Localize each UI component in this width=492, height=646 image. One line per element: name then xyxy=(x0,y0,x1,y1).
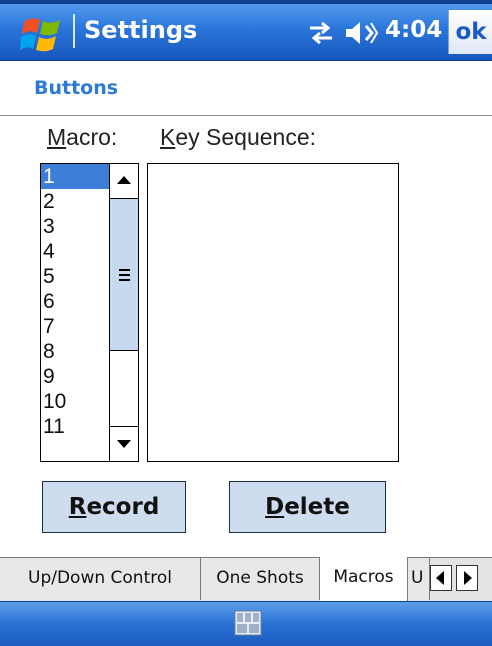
list-item[interactable]: 10 xyxy=(41,389,109,414)
tab-one-shots[interactable]: One Shots xyxy=(201,558,320,600)
macro-label: Macro: xyxy=(47,124,117,151)
clock[interactable]: 4:04 xyxy=(385,17,442,43)
delete-button[interactable]: Delete xyxy=(229,481,386,533)
macro-list-items: 1 2 3 4 5 6 7 8 9 10 11 xyxy=(41,164,109,439)
tab-scroll-left-button[interactable] xyxy=(430,565,452,591)
list-item[interactable]: 6 xyxy=(41,289,109,314)
bottom-menu-bar xyxy=(0,601,492,646)
record-button-rest: ecord xyxy=(86,494,160,520)
macro-list-scrollbar[interactable] xyxy=(109,164,138,461)
connectivity-icon[interactable] xyxy=(306,22,336,44)
key-sequence-label-rest: ey Sequence: xyxy=(175,124,317,150)
list-item[interactable]: 2 xyxy=(41,189,109,214)
macro-listbox[interactable]: 1 2 3 4 5 6 7 8 9 10 11 xyxy=(40,163,139,462)
tab-macros[interactable]: Macros xyxy=(320,557,408,602)
title-separator xyxy=(73,14,75,48)
windows-start-icon[interactable] xyxy=(20,14,66,54)
tab-scroll-right-button[interactable] xyxy=(456,565,478,591)
tab-scroll-left-icon xyxy=(436,571,444,585)
keyboard-input-icon[interactable] xyxy=(234,610,262,636)
macro-label-accel: M xyxy=(47,124,67,150)
scroll-thumb-grip-icon xyxy=(119,269,130,284)
list-item[interactable]: 9 xyxy=(41,364,109,389)
list-item[interactable]: 5 xyxy=(41,264,109,289)
list-item[interactable]: 4 xyxy=(41,239,109,264)
scroll-up-button[interactable] xyxy=(110,164,138,199)
tab-strip: Up/Down Control One Shots Macros U xyxy=(0,557,492,602)
scroll-down-button[interactable] xyxy=(110,426,138,461)
key-sequence-label: Key Sequence: xyxy=(160,124,316,151)
title-bar-edge xyxy=(0,0,492,4)
page-title: Buttons xyxy=(34,77,119,99)
record-button-accel: R xyxy=(68,494,87,520)
tab-scroll-right-icon xyxy=(464,571,472,585)
app-title: Settings xyxy=(84,16,198,44)
volume-icon[interactable] xyxy=(344,20,378,46)
list-item[interactable]: 7 xyxy=(41,314,109,339)
key-sequence-box[interactable] xyxy=(147,163,399,462)
header-divider xyxy=(0,115,492,116)
tab-partial[interactable]: U xyxy=(408,558,430,600)
scroll-down-icon xyxy=(117,440,131,448)
scroll-thumb[interactable] xyxy=(110,199,138,351)
list-item[interactable]: 11 xyxy=(41,414,109,439)
tab-up-down-control[interactable]: Up/Down Control xyxy=(0,558,201,600)
list-item[interactable]: 3 xyxy=(41,214,109,239)
delete-button-accel: D xyxy=(265,494,285,520)
list-item[interactable]: 8 xyxy=(41,339,109,364)
title-bar: Settings 4:04 ok xyxy=(0,0,492,61)
delete-button-rest: elete xyxy=(284,494,350,520)
key-sequence-label-accel: K xyxy=(160,124,176,150)
scroll-up-icon xyxy=(117,176,131,184)
ok-button[interactable]: ok xyxy=(448,10,492,54)
macro-label-rest: acro: xyxy=(66,124,118,150)
record-button[interactable]: Record xyxy=(42,481,186,533)
list-item[interactable]: 1 xyxy=(41,164,109,189)
